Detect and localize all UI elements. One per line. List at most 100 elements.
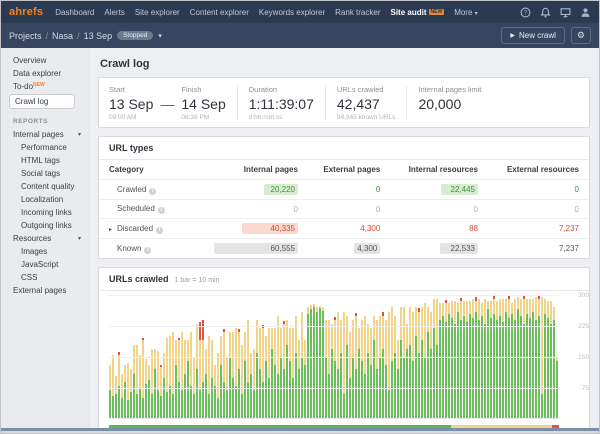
gridline	[109, 326, 559, 327]
status-badge: Stopped	[117, 31, 153, 40]
value: 0	[575, 185, 579, 194]
help-icon[interactable]: ?	[520, 7, 531, 18]
value: 0	[575, 205, 579, 214]
value-chip: 22,533	[440, 243, 478, 254]
nav-site-explorer[interactable]: Site explorer	[135, 8, 180, 17]
col-internal-resources: Internal resources	[390, 160, 488, 180]
breadcrumb-separator: /	[77, 31, 80, 41]
display-icon[interactable]	[560, 7, 571, 18]
nav-dashboard[interactable]: Dashboard	[55, 8, 94, 17]
app-window: ahrefs Dashboard Alerts Site explorer Co…	[0, 0, 600, 434]
info-icon[interactable]: i	[156, 227, 163, 234]
sidebar-item-incoming-links[interactable]: Incoming links	[1, 206, 89, 219]
value: 0	[474, 205, 478, 214]
breadcrumb-projects[interactable]: Projects	[9, 31, 42, 41]
value-chip: 40,335	[242, 223, 298, 234]
summary-3xx-segment	[451, 425, 552, 428]
value-chip: 60,555	[214, 243, 298, 254]
divider	[406, 86, 407, 120]
stat-value: 20,000	[418, 96, 481, 112]
new-badge: NEW	[33, 82, 45, 88]
col-category: Category	[99, 160, 192, 180]
sidebar-group-internal-pages[interactable]: Internal pages ▾	[1, 128, 89, 141]
sidebar-item-overview[interactable]: Overview	[1, 54, 89, 67]
table-header-row: Category Internal pages External pages I…	[99, 160, 589, 180]
window-frame	[1, 431, 599, 433]
table-row-known: Knowni 60,555 4,300 22,533 7,237	[99, 239, 589, 259]
chart-plot	[109, 295, 559, 419]
sidebar-item-data-explorer[interactable]: Data explorer	[1, 67, 89, 80]
stat-start: Start 13 Sep 09:00 AM	[109, 85, 153, 121]
table-row-discarded[interactable]: ▸Discardedi 40,335 4,300 88 7,237	[99, 219, 589, 239]
sidebar-item-localization[interactable]: Localization	[1, 193, 89, 206]
svg-text:?: ?	[524, 10, 528, 16]
nav-content-explorer[interactable]: Content explorer	[190, 8, 249, 17]
info-icon[interactable]: i	[149, 188, 156, 195]
play-icon: ▶	[510, 32, 515, 39]
url-types-title: URL types	[109, 143, 153, 153]
breadcrumb-crawl-date[interactable]: 13 Sep	[84, 31, 113, 41]
sidebar-item-outgoing-links[interactable]: Outgoing links	[1, 219, 89, 232]
breadcrumb-project-name[interactable]: Nasa	[52, 31, 73, 41]
user-icon[interactable]	[580, 7, 591, 18]
stat-sub: 94,345 known URLs	[337, 114, 396, 121]
new-badge: NEW	[429, 9, 445, 15]
chevron-down-icon: ▾	[78, 131, 81, 138]
stat-label: Internal pages limit	[418, 85, 481, 94]
page-title: Crawl log	[100, 58, 590, 70]
sidebar-item-external-pages[interactable]: External pages	[1, 284, 89, 297]
sidebar-item-css[interactable]: CSS	[1, 271, 89, 284]
col-internal-pages: Internal pages	[192, 160, 308, 180]
nav-keywords-explorer[interactable]: Keywords explorer	[259, 8, 325, 17]
stat-value: 1:11:39:07	[249, 96, 314, 112]
row-label: Discarded	[117, 224, 153, 233]
row-label: Known	[117, 244, 141, 253]
sidebar-item-crawl-log[interactable]: Crawl log	[9, 94, 75, 109]
sidebar-item-images[interactable]: Images	[1, 245, 89, 258]
stat-urls-crawled: URLs crawled 42,437 94,345 known URLs	[337, 85, 396, 121]
url-types-table: Category Internal pages External pages I…	[99, 160, 589, 258]
chart-area[interactable]: 300 225 150 75 2xx 3xx 4xx Timeout	[109, 295, 579, 428]
stat-value: 14 Sep	[181, 96, 225, 112]
sidebar-item-javascript[interactable]: JavaScript	[1, 258, 89, 271]
sidebar-item-todo[interactable]: To-doNEW	[1, 80, 89, 93]
info-icon[interactable]: i	[144, 247, 151, 254]
sidebar-item-social-tags[interactable]: Social tags	[1, 167, 89, 180]
ahrefs-logo[interactable]: ahrefs	[9, 6, 43, 18]
divider	[237, 86, 238, 120]
value-chip: 22,445	[441, 184, 478, 195]
sidebar-item-performance[interactable]: Performance	[1, 141, 89, 154]
sidebar-group-label: Internal pages	[13, 130, 64, 139]
sidebar-group-label: Resources	[13, 234, 51, 243]
divider	[325, 86, 326, 120]
sidebar-item-content-quality[interactable]: Content quality	[1, 180, 89, 193]
sidebar-item-todo-label: To-do	[13, 82, 33, 91]
nav-site-audit[interactable]: Site auditNEW	[391, 8, 445, 17]
nav-alerts[interactable]: Alerts	[104, 8, 124, 17]
new-crawl-button[interactable]: ▶ New crawl	[501, 27, 565, 44]
stat-label: Duration	[249, 85, 314, 94]
value: 4,300	[360, 224, 380, 233]
crawl-dropdown-caret-icon[interactable]: ▾	[158, 32, 162, 40]
nav-rank-tracker[interactable]: Rank tracker	[335, 8, 380, 17]
info-icon[interactable]: i	[158, 207, 165, 214]
sidebar: Overview Data explorer To-doNEW Crawl lo…	[1, 48, 89, 428]
gridline	[109, 295, 559, 296]
sidebar-item-html-tags[interactable]: HTML tags	[1, 154, 89, 167]
bell-icon[interactable]	[540, 7, 551, 18]
new-crawl-label: New crawl	[519, 31, 556, 40]
gridline	[109, 388, 559, 389]
value-chip: 20,220	[264, 184, 298, 195]
expand-caret-icon[interactable]: ▸	[109, 226, 117, 233]
value: 0	[376, 185, 380, 194]
y-axis-tick: 225	[565, 323, 589, 330]
nav-more[interactable]: More ▾	[454, 8, 477, 17]
summary-2xx-segment	[109, 425, 451, 428]
summary-4xx-segment	[552, 425, 559, 428]
settings-button[interactable]: ⚙	[571, 27, 591, 44]
sidebar-group-resources[interactable]: Resources ▾	[1, 232, 89, 245]
chart-title: URLs crawled	[109, 274, 169, 284]
stat-label: Start	[109, 85, 153, 94]
col-external-resources: External resources	[488, 160, 589, 180]
crawl-summary-card: Start 13 Sep 09:00 AM — Finish 14 Sep 08…	[98, 77, 590, 128]
